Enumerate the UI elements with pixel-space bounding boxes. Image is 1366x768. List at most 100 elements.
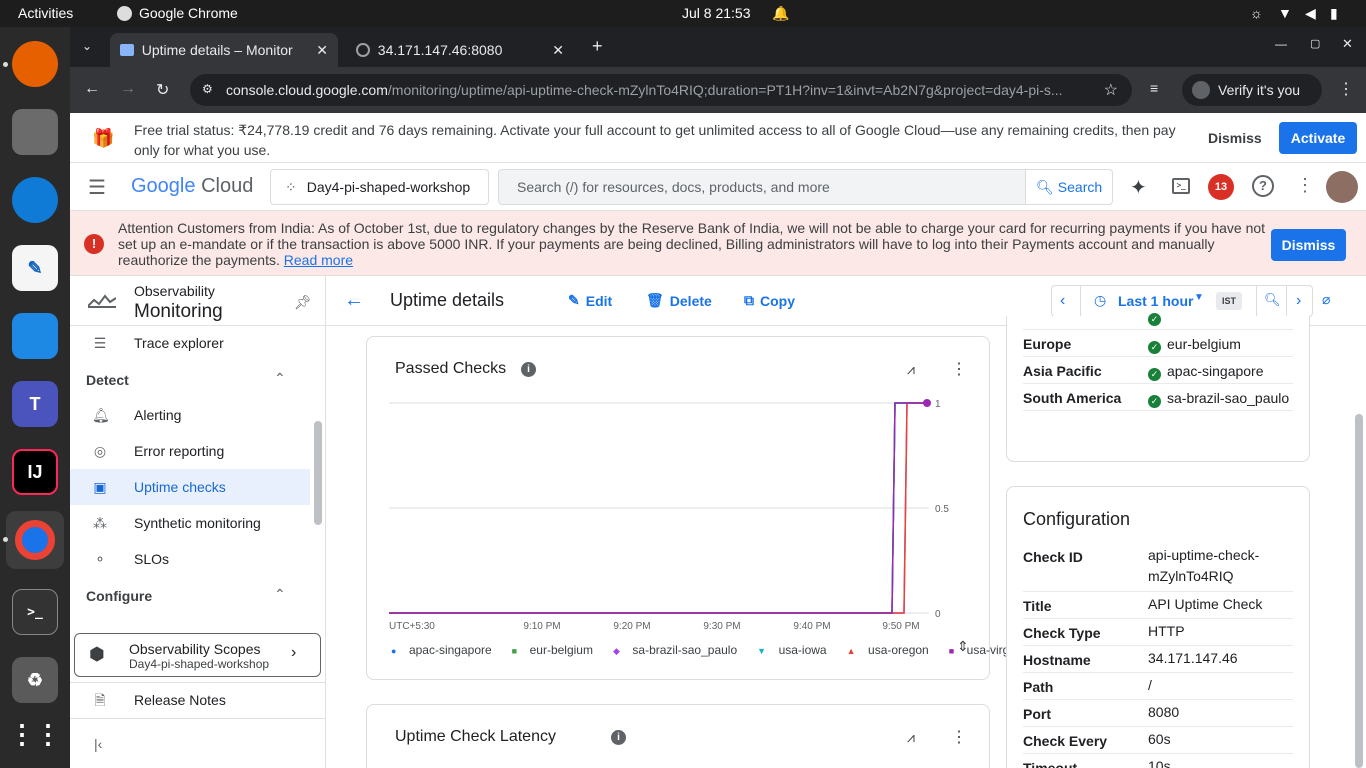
more-vert-icon[interactable]: ⋮ bbox=[951, 727, 967, 747]
nav-alerting[interactable]: 🔔︎ Alerting bbox=[70, 397, 310, 433]
nav-slos[interactable]: ⚬ SLOs bbox=[70, 541, 310, 577]
remote-desktop-icon[interactable] bbox=[12, 313, 58, 359]
files-icon[interactable] bbox=[12, 109, 58, 155]
nav-label: Trace explorer bbox=[134, 335, 224, 351]
tab-ip[interactable]: 34.171.147.46:8080 ✕ bbox=[346, 33, 574, 67]
text-editor-icon[interactable]: ✎ bbox=[12, 245, 58, 291]
google-cloud-logo[interactable]: Google Cloud bbox=[131, 175, 253, 198]
verify-button[interactable]: Verify it's you bbox=[1182, 74, 1322, 106]
teams-icon[interactable]: T bbox=[12, 381, 58, 427]
project-picker[interactable]: ⁘ Day4-pi-shaped-workshop bbox=[270, 169, 489, 205]
dropdown-arrow-icon[interactable]: ▼ bbox=[1194, 292, 1204, 303]
edit-button[interactable]: ✎ Edit bbox=[568, 292, 612, 309]
tab-search-icon[interactable]: ⌄ bbox=[82, 39, 92, 53]
trial-dismiss-button[interactable]: Dismiss bbox=[1208, 130, 1262, 146]
activities-button[interactable]: Activities bbox=[18, 5, 73, 21]
time-range-label[interactable]: Last 1 hour bbox=[1118, 293, 1193, 309]
url-field[interactable]: ⚙ console.cloud.google.com/monitoring/up… bbox=[190, 74, 1132, 106]
auto-refresh-off-icon[interactable]: ⌀ bbox=[1322, 291, 1330, 308]
reload-icon[interactable]: ↻ bbox=[156, 80, 169, 100]
intellij-icon[interactable]: IJ bbox=[12, 449, 58, 495]
minimize-icon[interactable]: — bbox=[1275, 37, 1287, 51]
info-icon[interactable]: i bbox=[521, 362, 536, 377]
nav-release-notes[interactable]: 🗎 Release Notes bbox=[70, 682, 310, 718]
delete-button[interactable]: 🗑︎ Delete bbox=[646, 292, 712, 309]
legend-item[interactable]: ■ eur-belgium bbox=[512, 643, 603, 657]
avatar[interactable] bbox=[1326, 171, 1358, 203]
window-close-icon[interactable]: ✕ bbox=[1342, 36, 1353, 52]
zoom-icon[interactable]: 🔍︎ bbox=[1264, 292, 1281, 308]
maximize-icon[interactable]: ▢ bbox=[1310, 37, 1320, 50]
back-icon[interactable]: ← bbox=[84, 80, 100, 98]
trash-icon[interactable]: ♻ bbox=[12, 657, 58, 703]
nav-trace-explorer[interactable]: ☰ Trace explorer bbox=[70, 325, 310, 361]
config-row: Title API Uptime Check bbox=[1023, 592, 1293, 619]
chrome-dock-icon[interactable] bbox=[6, 511, 64, 569]
divider bbox=[70, 718, 326, 719]
more-vert-icon[interactable]: ⋮ bbox=[1296, 175, 1314, 196]
firefox-icon[interactable] bbox=[12, 41, 58, 87]
search-input[interactable]: Search (/) for resources, docs, products… bbox=[498, 169, 1026, 205]
app-grid-icon[interactable]: ⋮⋮ bbox=[9, 711, 61, 757]
forward-icon[interactable]: → bbox=[120, 80, 136, 98]
chevron-left-icon[interactable]: ‹ bbox=[1060, 292, 1065, 310]
terminal-icon[interactable]: >_ bbox=[12, 589, 58, 635]
main-scrollbar[interactable] bbox=[1355, 414, 1363, 768]
pin-icon[interactable]: 📌︎ bbox=[294, 294, 312, 311]
configuration-card: Configuration Check ID api-uptime-check-m… bbox=[1006, 486, 1310, 768]
sidebar: Observability Monitoring 📌︎ ☰ Trace explo… bbox=[70, 276, 326, 768]
section-detect[interactable]: Detect bbox=[86, 372, 129, 388]
chrome-menu-icon[interactable]: ⋮ bbox=[1338, 79, 1354, 99]
timezone-badge[interactable]: IST bbox=[1216, 292, 1243, 310]
hamburger-icon[interactable]: ☰ bbox=[88, 175, 106, 200]
more-vert-icon[interactable]: ⋮ bbox=[951, 359, 967, 379]
new-tab-icon[interactable]: + bbox=[592, 36, 603, 57]
activate-button[interactable]: Activate bbox=[1279, 122, 1357, 154]
check-icon: ✓ bbox=[1148, 395, 1161, 408]
edge-icon[interactable] bbox=[12, 177, 58, 223]
chevron-up-icon[interactable]: ⌃ bbox=[274, 586, 286, 603]
clock[interactable]: Jul 8 21:53 bbox=[682, 5, 751, 21]
region-row-cut: ✓ bbox=[1023, 310, 1293, 330]
nav-synthetic-monitoring[interactable]: ⁂ Synthetic monitoring bbox=[70, 505, 310, 541]
monitoring-icon bbox=[87, 294, 117, 308]
expand-legend-icon[interactable]: ⇕ bbox=[957, 638, 969, 655]
copy-button[interactable]: ⧉ Copy bbox=[744, 292, 795, 309]
media-controls-icon[interactable]: ≡ bbox=[1150, 80, 1158, 96]
chevron-right-icon[interactable]: › bbox=[1296, 292, 1301, 310]
chevron-up-icon[interactable]: ⌃ bbox=[274, 370, 286, 387]
section-configure[interactable]: Configure bbox=[86, 588, 152, 604]
read-more-link[interactable]: Read more bbox=[284, 252, 353, 268]
legend-item[interactable]: ◆ sa-brazil-sao_paulo bbox=[613, 643, 747, 657]
tab-uptime-details[interactable]: Uptime details – Monitor ✕ bbox=[110, 33, 338, 67]
site-info-icon[interactable]: ⚙ bbox=[202, 82, 213, 96]
collapse-sidebar-icon[interactable]: |‹ bbox=[94, 736, 102, 752]
help-icon[interactable]: ? bbox=[1252, 175, 1274, 197]
info-icon[interactable]: i bbox=[611, 730, 626, 745]
search-button[interactable]: 🔍︎ Search bbox=[1025, 169, 1113, 205]
observability-scopes-button[interactable]: ⬢ Observability Scopes Day4-pi-shaped-wo… bbox=[74, 633, 321, 677]
nav-error-reporting[interactable]: ◎ Error reporting bbox=[70, 433, 310, 469]
config-value: 8080 bbox=[1148, 704, 1180, 720]
bookmark-star-icon[interactable]: ☆ bbox=[1103, 80, 1118, 100]
notice-dismiss-button[interactable]: Dismiss bbox=[1271, 229, 1346, 261]
x-tick-label: 9:10 PM bbox=[523, 621, 560, 632]
product-family: Observability bbox=[134, 283, 215, 299]
legend-item[interactable]: ▲ usa-oregon bbox=[847, 643, 939, 657]
volume-icon: ◀ bbox=[1305, 5, 1316, 21]
explore-chart-icon[interactable]: ⩘ bbox=[907, 729, 915, 746]
gemini-icon[interactable]: ✦ bbox=[1130, 175, 1147, 200]
sidebar-scrollbar[interactable] bbox=[314, 421, 322, 525]
legend-item[interactable]: ▼ usa-iowa bbox=[757, 643, 836, 657]
legend-item[interactable]: ● apac-singapore bbox=[391, 643, 502, 657]
back-arrow-icon[interactable]: ← bbox=[344, 289, 364, 312]
nav-uptime-checks[interactable]: ▣ Uptime checks bbox=[70, 469, 310, 505]
notifications-badge[interactable]: 13 bbox=[1208, 174, 1234, 200]
explore-chart-icon[interactable]: ⩘ bbox=[907, 361, 915, 378]
active-app-label[interactable]: Google Chrome bbox=[139, 5, 238, 21]
close-icon[interactable]: ✕ bbox=[316, 42, 328, 59]
config-value: 34.171.147.46 bbox=[1148, 650, 1238, 666]
y-tick-label: 1 bbox=[935, 399, 941, 410]
close-icon[interactable]: ✕ bbox=[552, 42, 564, 59]
cloud-shell-icon[interactable]: >_ bbox=[1172, 178, 1190, 194]
